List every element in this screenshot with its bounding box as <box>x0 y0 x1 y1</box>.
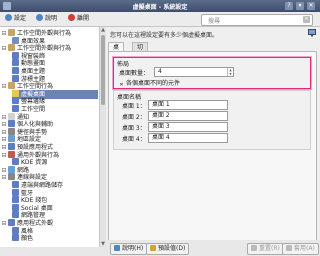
desktop-name-label: 桌面 2： <box>122 114 146 121</box>
remote-icon <box>12 181 19 188</box>
splash-icon <box>12 59 19 67</box>
desktop-settings-icon <box>308 29 316 37</box>
workspace-icon <box>12 105 19 112</box>
general-icon <box>8 150 15 158</box>
layout-group-title: 佈局 <box>117 61 130 68</box>
behavior-icon <box>8 82 15 90</box>
locale-icon <box>8 135 15 143</box>
help-icon <box>36 14 43 21</box>
apps-icon <box>8 143 15 150</box>
help-icon <box>114 245 120 251</box>
colors-icon <box>12 234 19 242</box>
workspace-icon <box>8 29 15 36</box>
scroll-thumb[interactable] <box>101 35 105 105</box>
screen-edges-icon <box>12 97 19 105</box>
connections-icon <box>8 173 15 181</box>
desktop-name-field[interactable]: 桌面 4 <box>148 133 228 143</box>
defaults-icon <box>150 245 156 251</box>
windows-icon <box>12 51 19 59</box>
window-title: 虛擬桌面 - 系統設定 <box>132 4 188 11</box>
reset-icon <box>251 245 257 251</box>
reset-button[interactable]: 重置(R) <box>247 243 284 255</box>
desktop-names-title: 桌面名稱 <box>117 94 142 101</box>
effects-icon <box>12 36 19 44</box>
help-title-icon[interactable]: ? <box>285 2 293 10</box>
expander-icon[interactable]: ⊟ <box>1 82 7 91</box>
network-icon <box>8 165 15 173</box>
expander-icon[interactable]: ⊟ <box>1 151 7 160</box>
desktop-names-group: 桌面名稱 桌面 1： 桌面 1 桌面 2： 桌面 2 桌面 3： 桌面 3 桌面… <box>113 90 311 150</box>
desktop-name-field[interactable]: 桌面 1 <box>148 100 228 110</box>
overview-button[interactable]: 設定 <box>5 14 26 24</box>
desktop-count-spinbox[interactable]: 4 ▲ ▼ <box>154 67 234 77</box>
sidebar: ⊟ 工作空間外觀與行為 桌面效果 ⊟ 工作空間外觀與行為 視窗裝飾 動態畫面 桌面主題 游標主題… <box>0 27 101 247</box>
wallet-icon <box>12 196 19 204</box>
desktop-name-label: 桌面 3： <box>122 125 146 132</box>
help-footer-button[interactable]: 說明(H) <box>110 243 148 255</box>
overview-icon <box>5 14 12 21</box>
appearance-icon <box>8 44 15 52</box>
sidebar-item-label: 顏色 <box>21 235 34 243</box>
desktop-name-label: 桌面 4： <box>122 136 146 143</box>
bluetooth-icon <box>12 188 19 196</box>
cursor-icon <box>12 74 19 82</box>
expander-icon[interactable]: ⊟ <box>1 29 7 38</box>
settings-window: 虛擬桌面 - 系統設定 ? ▾ ✕ 設定 說明 離開 搜尋 ✕ ⊟ 工作空間外觀與… <box>0 0 320 256</box>
expander-icon[interactable]: ⊟ <box>1 173 7 182</box>
defaults-button[interactable]: 預設值(D) <box>146 243 190 255</box>
style-icon <box>12 226 19 234</box>
app-appearance-icon <box>8 219 15 226</box>
clear-search-icon[interactable]: ✕ <box>303 16 310 23</box>
layout-group: 佈局 桌面數量： 4 ▲ ▼ ✕ 各個桌面不同的元件 <box>113 57 311 89</box>
social-icon <box>12 203 19 211</box>
different-widgets-checkbox[interactable]: ✕ 各個桌面不同的元件 <box>119 78 180 88</box>
search-placeholder: 搜尋 <box>208 18 221 25</box>
accessibility-icon <box>8 120 15 128</box>
desktop-count-label: 桌面數量： <box>119 70 150 77</box>
desktop-name-label: 桌面 1： <box>122 103 146 110</box>
minimize-button[interactable]: ▾ <box>296 2 304 10</box>
search-input[interactable]: 搜尋 ✕ <box>201 14 313 26</box>
desktop-name-field[interactable]: 桌面 3 <box>148 122 228 132</box>
theme-icon <box>12 67 19 74</box>
expander-icon[interactable]: ⊟ <box>1 44 7 53</box>
help-button[interactable]: 說明 <box>36 14 57 24</box>
sidebar-scrollbar[interactable]: ▲ ▼ <box>99 27 106 247</box>
page-description: 您可以在這裡設定要有多少個虛擬桌面。 <box>110 32 219 39</box>
kde-icon <box>12 158 19 166</box>
apply-icon <box>286 245 292 251</box>
bell-icon <box>8 112 15 120</box>
spin-arrows-icon[interactable]: ▲ ▼ <box>227 68 233 76</box>
quit-button[interactable]: 離開 <box>68 14 89 24</box>
shortcuts-icon <box>8 127 15 135</box>
close-button[interactable]: ✕ <box>307 2 315 10</box>
button-bar: 說明(H) 預設值(D) 重置(R) 套用(A) <box>106 240 320 256</box>
desktop-name-field[interactable]: 桌面 2 <box>148 111 228 121</box>
titlebar[interactable]: 虛擬桌面 - 系統設定 ? ▾ ✕ <box>0 0 320 12</box>
expander-icon[interactable]: ⊟ <box>1 219 7 228</box>
tab-panel: 佈局 桌面數量： 4 ▲ ▼ ✕ 各個桌面不同的元件 桌面名稱 桌面 1： 桌面 1… <box>108 51 317 247</box>
network-manager-icon <box>12 211 19 219</box>
virtual-desktop-icon <box>12 89 19 97</box>
sidebar-item[interactable]: 顏色 <box>12 234 33 243</box>
main-panel: 您可以在這裡設定要有多少個虛擬桌面。 桌面 切換 佈局 桌面數量： 4 ▲▼ ✕… <box>106 27 320 247</box>
checkbox-check-icon: ✕ <box>119 82 124 88</box>
apply-button[interactable]: 套用(A) <box>282 243 319 255</box>
quit-icon <box>68 14 75 21</box>
